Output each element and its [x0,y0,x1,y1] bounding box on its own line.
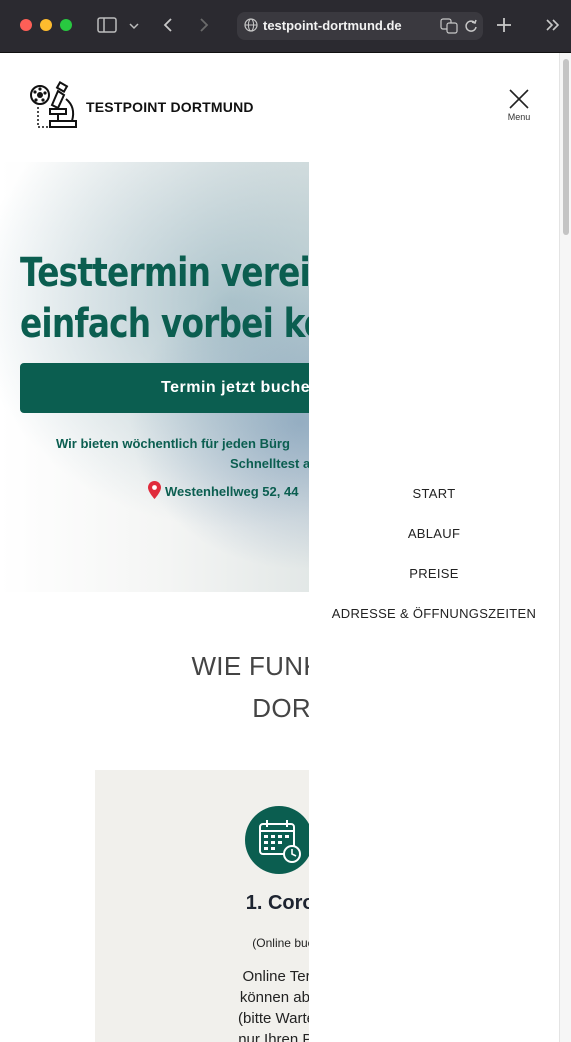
tab-overview-icon[interactable] [545,18,561,36]
menu-item-ablauf[interactable]: ABLAUF [309,526,559,541]
sidebar-toggle-icon[interactable] [97,17,117,37]
page-scrollbar[interactable] [559,53,571,1042]
close-window-button[interactable] [20,19,32,31]
maximize-window-button[interactable] [60,19,72,31]
new-tab-icon[interactable] [496,17,512,37]
reload-icon[interactable] [464,18,478,38]
calendar-icon [245,806,313,874]
menu-close-button[interactable]: Menu [502,88,536,128]
chevron-down-icon[interactable] [129,19,139,35]
site-header: TESTPOINT DORTMUND Menu [0,53,559,162]
url-text: testpoint-dortmund.de [263,18,402,33]
address-bar[interactable]: testpoint-dortmund.de [237,12,483,40]
menu-label: Menu [507,112,531,122]
navigation-menu: START ABLAUF PREISE ADRESSE & ÖFFNUNGSZE… [309,162,559,1042]
menu-item-start[interactable]: START [309,486,559,501]
web-page: TESTPOINT DORTMUND Menu Testtermin verei… [0,53,559,1042]
book-appointment-label: Termin jetzt buchen [161,379,321,396]
brand-name[interactable]: TESTPOINT DORTMUND [86,99,254,115]
menu-item-adresse[interactable]: ADRESSE & ÖFFNUNGSZEITEN [309,606,559,621]
address-text: Westenhellweg 52, 44 [165,484,299,499]
close-icon [509,89,529,109]
back-icon[interactable] [162,17,174,37]
hero-address[interactable]: Westenhellweg 52, 44 [148,481,298,499]
hero-subtitle-line: Wir bieten wöchentlich für jeden Bürg [56,436,290,451]
translate-icon[interactable] [440,18,458,38]
minimize-window-button[interactable] [40,19,52,31]
microscope-logo-icon[interactable] [28,81,80,133]
menu-item-preise[interactable]: PREISE [309,566,559,581]
globe-icon [244,18,258,32]
scrollbar-thumb[interactable] [563,59,569,235]
location-pin-icon [148,481,161,499]
browser-toolbar: testpoint-dortmund.de [0,0,571,53]
forward-icon[interactable] [198,17,210,37]
